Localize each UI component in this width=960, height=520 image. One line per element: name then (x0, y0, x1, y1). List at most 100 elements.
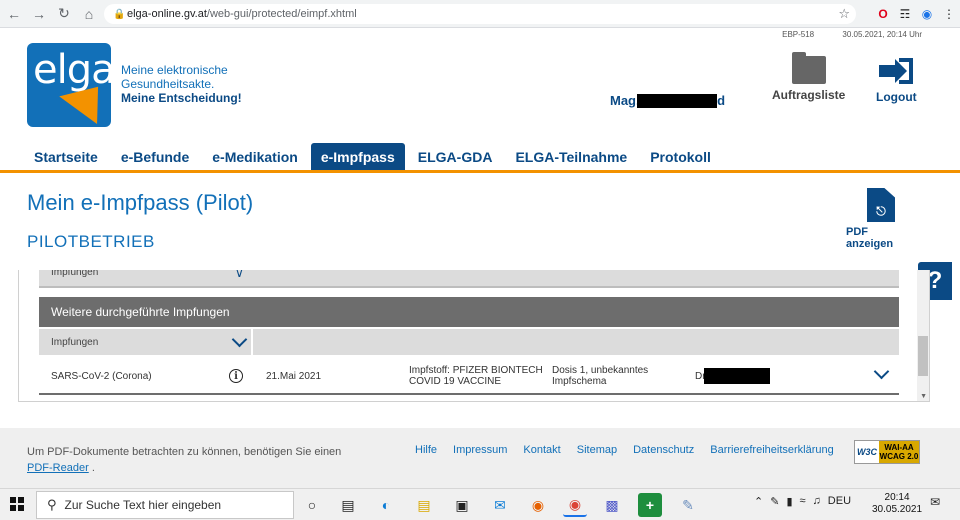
battery-icon[interactable]: ▮ (786, 495, 792, 508)
browser-toolbar: ← → ↻ ⌂ 🔒 elga-online.gv.at/web-gui/prot… (0, 0, 960, 28)
nav-e-befunde[interactable]: e-Befunde (111, 143, 199, 170)
pdf-icon: ⎋ (867, 188, 895, 222)
edge-icon[interactable]: ◐ (374, 493, 398, 517)
teams-icon[interactable]: ▩ (600, 493, 624, 517)
chevron-down-icon[interactable] (231, 333, 249, 351)
opera-extension-icon[interactable]: O (872, 4, 894, 24)
tagline-line-2: Gesundheitsakte. (121, 77, 215, 91)
redaction-bar (637, 94, 718, 108)
clock-time: 20:14 (884, 492, 910, 503)
disease-cell: SARS-CoV-2 (Corona) (51, 370, 152, 382)
logo-text: elga (33, 47, 111, 93)
pdf-reader-link[interactable]: PDF-Reader (27, 462, 89, 474)
wifi-icon[interactable]: ≈ (800, 495, 806, 508)
home-icon[interactable]: ⌂ (78, 3, 100, 25)
address-bar[interactable]: 🔒 elga-online.gv.at/web-gui/protected/ei… (104, 4, 856, 24)
volume-icon[interactable]: ♫ (813, 495, 821, 508)
date-cell: 21.Mai 2021 (266, 370, 322, 382)
chevron-down-icon[interactable] (873, 366, 891, 384)
clock-date: 30.05.2021 (872, 504, 923, 515)
vaccine-cell: Impfstoff: PFIZER BIONTECH COVID 19 VACC… (409, 365, 543, 387)
footer-link-barrierefreiheit[interactable]: Barrierefreiheitserklärung (710, 444, 834, 456)
url-path: /web-gui/protected/eimpf.xhtml (206, 8, 357, 20)
puzzle-icon[interactable]: ☶ (894, 4, 916, 24)
plus-app-icon[interactable]: + (638, 493, 662, 517)
star-icon[interactable]: ☆ (838, 6, 850, 22)
page-title: Mein e-Impfpass (Pilot) (27, 190, 254, 215)
pdf-button[interactable]: ⎋ PDF anzeigen (846, 188, 916, 250)
session-meta: EBP-518 30.05.2021, 20:14 Uhr (756, 30, 922, 39)
tagline: Meine elektronische Gesundheitsakte. Mei… (121, 63, 242, 105)
chevron-up-icon[interactable]: ⌃ (754, 495, 763, 508)
scroll-down-icon[interactable]: ▼ (920, 393, 927, 400)
search-icon: ⚲ (47, 497, 57, 512)
notification-icon[interactable]: ✉ (930, 495, 948, 513)
system-tray: ⌃ ✎ ▮ ≈ ♫ DEU (754, 495, 858, 508)
footer-link-sitemap[interactable]: Sitemap (577, 444, 617, 456)
taskbar-clock[interactable]: 20:14 30.05.2021 (872, 492, 922, 516)
scrollbar[interactable]: ▼ (917, 270, 929, 401)
chevron-down-icon[interactable]: ∨ (235, 270, 244, 280)
nav-protokoll[interactable]: Protokoll (640, 143, 721, 170)
filter-label: Impfungen (51, 336, 99, 348)
taskbar-search-input[interactable]: ⚲ Zur Suche Text hier eingeben (36, 491, 294, 519)
footer-links: Hilfe Impressum Kontakt Sitemap Datensch… (415, 444, 850, 456)
windows-icon[interactable] (10, 497, 24, 511)
firefox-icon[interactable]: ◉ (526, 493, 550, 517)
mail-icon[interactable]: ✉ (488, 493, 512, 517)
nav-e-medikation[interactable]: e-Medikation (202, 143, 308, 170)
app-window: ← → ↻ ⌂ 🔒 elga-online.gv.at/web-gui/prot… (0, 0, 960, 520)
extension-bar: O ☶ ◉ ⋮ (872, 4, 960, 24)
partial-filter-row: Impfungen ∨ (39, 270, 899, 288)
footer-link-kontakt[interactable]: Kontakt (523, 444, 560, 456)
header-divider (0, 170, 960, 173)
user-name: Mag. Td (610, 93, 726, 108)
store-icon[interactable]: ▣ (450, 493, 474, 517)
reload-icon[interactable]: ↻ (53, 3, 75, 25)
file-explorer-icon[interactable]: ▤ (412, 493, 436, 517)
main-navigation: Startseite e-Befunde e-Medikation e-Impf… (24, 143, 724, 170)
paint-icon[interactable]: ✎ (676, 493, 700, 517)
pen-icon[interactable]: ✎ (770, 495, 779, 508)
cortana-icon[interactable]: ○ (300, 493, 324, 517)
wcag-badge[interactable]: W3C WAI-AA WCAG 2.0 (854, 440, 920, 464)
doctor-cell: Dr. (695, 359, 770, 393)
server-id: EBP-518 (782, 30, 815, 39)
task-view-icon[interactable]: ▤ (336, 493, 360, 517)
nav-elga-gda[interactable]: ELGA-GDA (408, 143, 503, 170)
forward-icon[interactable]: → (28, 3, 50, 25)
profile-globe-icon[interactable]: ◉ (916, 4, 938, 24)
language-indicator[interactable]: DEU (828, 495, 851, 508)
nav-e-impfpass[interactable]: e-Impfpass (310, 143, 405, 170)
pdf-reader-note: Um PDF-Dokumente betrachten zu können, b… (27, 446, 342, 474)
info-icon[interactable]: i (229, 369, 243, 383)
back-icon[interactable]: ← (3, 3, 25, 25)
scrollbar-thumb[interactable] (918, 336, 928, 376)
orders-button[interactable]: Auftragsliste (772, 52, 845, 102)
footer-link-impressum[interactable]: Impressum (453, 444, 507, 456)
site-footer: Um PDF-Dokumente betrachten zu können, b… (0, 428, 960, 488)
pdf-label: PDF anzeigen (846, 226, 894, 250)
url-host: elga-online.gv.at (127, 8, 207, 20)
nav-elga-teilnahme[interactable]: ELGA-Teilnahme (505, 143, 637, 170)
vaccination-filter[interactable]: Impfungen (39, 329, 253, 355)
wcag-level: WAI-AA WCAG 2.0 (879, 441, 919, 463)
nav-startseite[interactable]: Startseite (24, 143, 108, 170)
partial-filter-label: Impfungen (51, 270, 99, 278)
lock-icon: 🔒 (113, 8, 126, 20)
vaccination-list[interactable]: Impfungen ∨ Weitere durchgeführte Impfun… (18, 270, 930, 402)
info-cell: i (229, 359, 243, 393)
windows-taskbar: ⚲ Zur Suche Text hier eingeben ○ ▤ ◐ ▤ ▣… (0, 488, 960, 520)
w3c-logo: W3C (855, 441, 879, 463)
dose-cell: Dosis 1, unbekanntes Impfschema (552, 365, 649, 387)
filter-row: Impfungen (39, 329, 899, 355)
tagline-line-1: Meine elektronische (121, 63, 228, 77)
chrome-icon[interactable]: ◉ (563, 493, 587, 517)
footer-link-datenschutz[interactable]: Datenschutz (633, 444, 694, 456)
more-menu-icon[interactable]: ⋮ (938, 4, 960, 24)
table-row[interactable]: SARS-CoV-2 (Corona) i 21.Mai 2021 Impfst… (39, 359, 899, 395)
logout-button[interactable]: Logout (876, 56, 917, 104)
footer-link-hilfe[interactable]: Hilfe (415, 444, 437, 456)
page-subtitle: PILOTBETRIEB (27, 232, 155, 251)
elga-logo[interactable]: elga (27, 43, 111, 127)
